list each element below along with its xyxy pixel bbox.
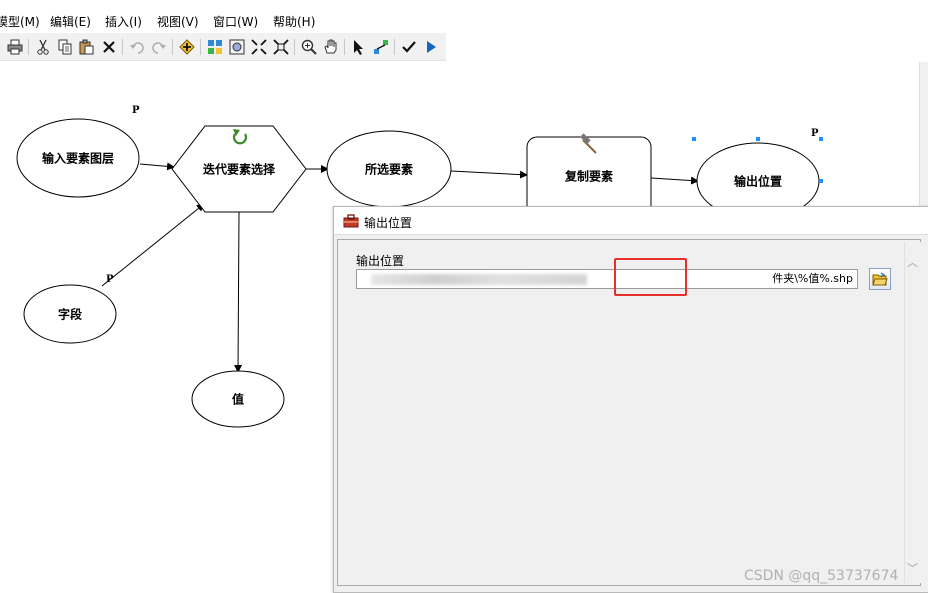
undo-icon[interactable] [128, 38, 146, 56]
scroll-up-icon[interactable]: ︿ [907, 254, 918, 270]
dialog-body: 输出位置 件夹\%值%.shp ︿ ﹀ [337, 239, 921, 586]
node-output[interactable]: 输出位置 [734, 173, 782, 190]
toolbar-separator [394, 39, 395, 55]
menu-view[interactable]: 视图(V) [157, 13, 199, 30]
redo-icon[interactable] [150, 38, 168, 56]
add-connection-icon[interactable] [372, 38, 390, 56]
selection-handle [819, 137, 823, 141]
connector-input-iterate [139, 162, 175, 171]
menu-help[interactable]: 帮助(H) [273, 13, 315, 30]
browse-button[interactable] [869, 268, 891, 290]
param-marker: P [132, 105, 140, 116]
toolbar-separator [344, 39, 345, 55]
output-location-label: 输出位置 [356, 254, 405, 268]
menu-bar: 模型(M) 编辑(E) 插入(I) 视图(V) 窗口(W) 帮助(H) [0, 9, 928, 33]
zoom-out-fixed-icon[interactable] [272, 38, 290, 56]
output-path-input[interactable]: 件夹\%值%.shp [356, 269, 858, 289]
toolbox-icon [343, 214, 359, 231]
full-extent-icon[interactable] [228, 38, 246, 56]
menu-window[interactable]: 窗口(W) [213, 13, 258, 30]
toolbar-separator [28, 39, 29, 55]
watermark: CSDN @qq_53737674 [744, 568, 899, 584]
add-data-icon[interactable] [178, 38, 196, 56]
zoom-in-fixed-icon[interactable] [250, 38, 268, 56]
delete-icon[interactable] [100, 38, 118, 56]
selection-handle [756, 137, 760, 141]
menu-edit[interactable]: 编辑(E) [50, 13, 91, 30]
param-marker: P [811, 128, 819, 139]
toolbar [0, 33, 446, 61]
node-value[interactable]: 值 [232, 391, 244, 408]
connector-copy-output [650, 176, 699, 185]
select-icon[interactable] [350, 38, 368, 56]
print-icon[interactable] [6, 38, 24, 56]
toolbar-separator [294, 39, 295, 55]
dialog-scrollbar[interactable]: ︿ ﹀ [904, 242, 921, 583]
node-field[interactable]: 字段 [58, 306, 82, 323]
highlight-box [614, 258, 687, 296]
node-selected[interactable]: 所选要素 [365, 161, 413, 178]
cut-icon[interactable] [34, 38, 52, 56]
connector-iterate-value [234, 211, 243, 373]
validate-icon[interactable] [400, 38, 418, 56]
auto-layout-icon[interactable] [206, 38, 224, 56]
node-iterate[interactable]: 迭代要素选择 [203, 161, 275, 178]
redacted-path [371, 274, 587, 285]
toolbar-separator [122, 39, 123, 55]
zoom-in-icon[interactable] [300, 38, 318, 56]
paste-icon[interactable] [78, 38, 96, 56]
param-marker: P [106, 274, 114, 285]
dialog-title: 输出位置 [364, 216, 413, 230]
open-folder-icon [872, 272, 888, 286]
connector-selected-copy [450, 170, 528, 179]
run-icon[interactable] [422, 38, 440, 56]
toolbar-separator [200, 39, 201, 55]
selection-handle [819, 179, 823, 183]
menu-insert[interactable]: 插入(I) [105, 13, 142, 30]
selection-handle [692, 137, 696, 141]
scroll-down-icon[interactable]: ﹀ [907, 560, 918, 576]
pan-icon[interactable] [322, 38, 340, 56]
output-path-value: 件夹\%值%.shp [772, 272, 853, 285]
menu-model[interactable]: 模型(M) [0, 13, 40, 30]
node-copy[interactable]: 复制要素 [565, 168, 613, 185]
node-input-layer[interactable]: 输入要素图层 [42, 150, 114, 167]
toolbar-separator [172, 39, 173, 55]
connector-field-iterate [101, 203, 205, 287]
copy-icon[interactable] [56, 38, 74, 56]
parameter-dialog: 输出位置 输出位置 件夹\%值%.shp ︿ ﹀ [333, 206, 928, 593]
dialog-titlebar[interactable]: 输出位置 [334, 207, 928, 235]
